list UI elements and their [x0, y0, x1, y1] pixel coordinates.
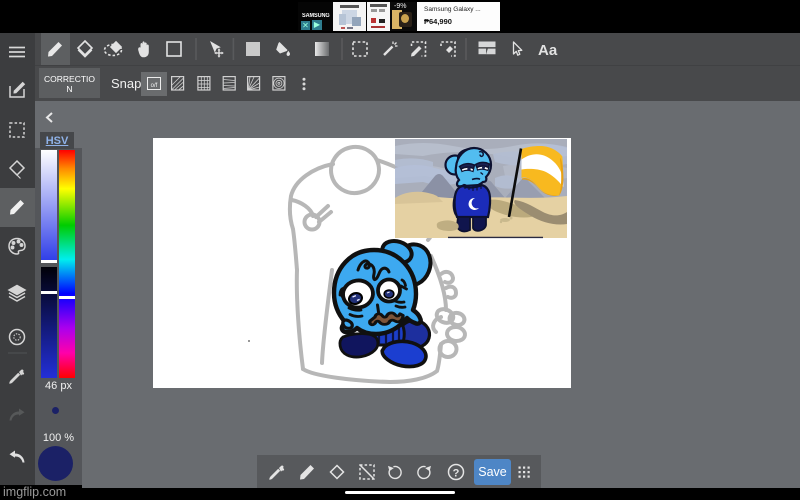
svg-text:Aa: Aa: [538, 42, 558, 59]
svg-text:?: ?: [453, 468, 460, 480]
